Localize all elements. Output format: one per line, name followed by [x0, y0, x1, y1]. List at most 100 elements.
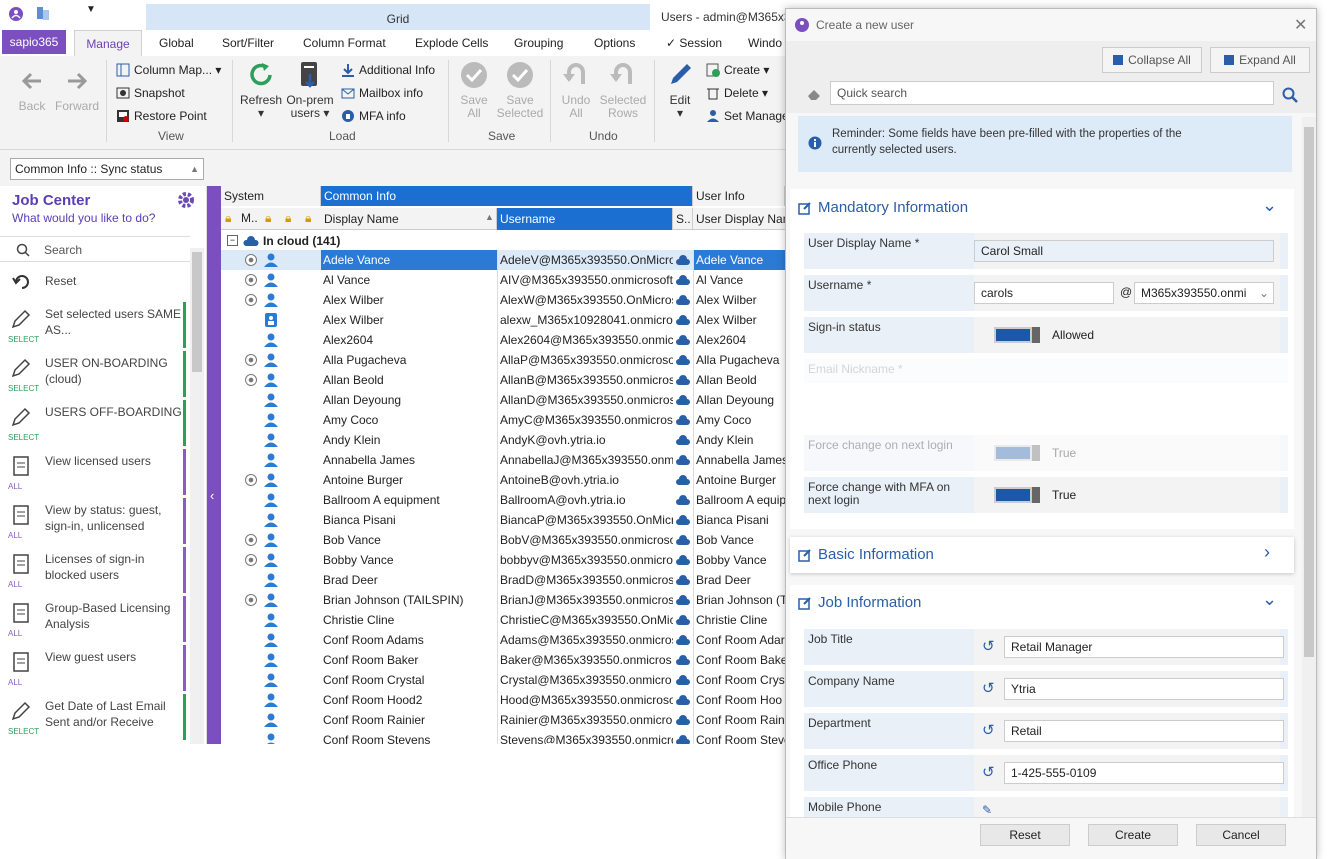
tab-sapio365[interactable]: sapio365: [2, 30, 66, 54]
force-mfa-toggle[interactable]: [994, 487, 1040, 503]
undo-selected-rows-button[interactable]: Selected Rows: [598, 60, 648, 120]
job-item[interactable]: ALL Licenses of sign-in blocked users: [0, 547, 186, 593]
col-header-m[interactable]: M..: [241, 211, 258, 225]
job-item[interactable]: ALL View guest users: [0, 645, 186, 691]
signin-toggle[interactable]: [994, 327, 1040, 343]
force-change-toggle[interactable]: [994, 445, 1040, 461]
close-icon[interactable]: ✕: [1294, 15, 1307, 35]
column-map-button[interactable]: Column Map... ▾: [116, 61, 221, 79]
job-center-scrollbar[interactable]: [190, 248, 204, 744]
table-row[interactable]: Conf Room Baker Baker@M365x393550.onmicro…: [221, 650, 785, 670]
table-row[interactable]: Allan Beold AllanB@M365x393550.onmicros Al…: [221, 370, 785, 390]
tab-column-format[interactable]: Column Format: [297, 30, 392, 56]
table-row[interactable]: Conf Room Crystal Crystal@M365x393550.onm…: [221, 670, 785, 690]
company-name-input[interactable]: Ytria: [1004, 678, 1284, 700]
edit-button[interactable]: Edit ▾: [660, 60, 700, 120]
collapse-panel-bar[interactable]: ‹: [207, 186, 221, 744]
filter-dropdown[interactable]: Common Info :: Sync status ▲: [10, 158, 204, 180]
table-row[interactable]: Conf Room Rainier Rainier@M365x393550.onm…: [221, 710, 785, 730]
col-header-user-display[interactable]: User Display Nam: [693, 208, 785, 230]
username-input[interactable]: carols: [974, 282, 1114, 304]
tab-global[interactable]: Global: [153, 30, 200, 56]
job-item[interactable]: SELECT USERS OFF-BOARDING: [0, 400, 186, 446]
back-button[interactable]: Back: [12, 66, 52, 113]
department-input[interactable]: Retail: [1004, 720, 1284, 742]
job-item[interactable]: ALL Group-Based Licensing Analysis: [0, 596, 186, 642]
collapse-all-button[interactable]: Collapse All: [1102, 47, 1202, 73]
expand-all-button[interactable]: Expand All: [1210, 47, 1310, 73]
create-button[interactable]: Create: [1088, 824, 1178, 846]
table-row[interactable]: Alex Wilber AlexW@M365x393550.OnMicros Ale…: [221, 290, 785, 310]
job-item[interactable]: ALL View licensed users: [0, 449, 186, 495]
table-row[interactable]: Bob Vance BobV@M365x393550.onmicroso Bob V…: [221, 530, 785, 550]
revert-icon[interactable]: ↺: [982, 763, 995, 781]
basic-info-section[interactable]: Basic Information ›: [790, 537, 1294, 573]
col-header-display-name[interactable]: Display Name: [321, 208, 497, 230]
tab-manage[interactable]: Manage: [74, 30, 142, 56]
chevron-down-icon[interactable]: ⌄: [1262, 195, 1277, 216]
group-row-in-cloud[interactable]: − In cloud (141): [221, 232, 785, 250]
additional-info-button[interactable]: Additional Info: [341, 61, 435, 79]
user-display-name-input[interactable]: Carol Small: [974, 240, 1274, 262]
table-row[interactable]: Antoine Burger AntoineB@ovh.ytria.io Antoi…: [221, 470, 785, 490]
table-row[interactable]: Christie Cline ChristieC@M365x393550.OnMi…: [221, 610, 785, 630]
dialog-scrollbar-thumb[interactable]: [1304, 127, 1314, 657]
reset-job-button[interactable]: Reset: [0, 266, 190, 296]
create-button[interactable]: Create ▾: [706, 61, 769, 79]
job-item[interactable]: SELECT USER ON-BOARDING (cloud): [0, 351, 186, 397]
table-row[interactable]: Brian Johnson (TAILSPIN) BrianJ@M365x3935…: [221, 590, 785, 610]
refresh-button[interactable]: Refresh ▾: [238, 60, 284, 120]
gear-icon[interactable]: [177, 191, 195, 209]
table-row[interactable]: Conf Room Adams Adams@M365x393550.onmicro…: [221, 630, 785, 650]
delete-button[interactable]: Delete ▾: [706, 84, 768, 102]
search-icon[interactable]: [1282, 87, 1298, 103]
restore-point-button[interactable]: Restore Point: [116, 107, 207, 125]
pencil-icon[interactable]: ✎: [982, 803, 992, 817]
window-icon[interactable]: [36, 6, 50, 22]
office-phone-input[interactable]: 1-425-555-0109: [1004, 762, 1284, 784]
table-row[interactable]: Amy Coco AmyC@M365x393550.onmicros Amy Coc…: [221, 410, 785, 430]
cancel-button[interactable]: Cancel: [1196, 824, 1286, 846]
table-row[interactable]: Alex2604 Alex2604@M365x393550.onmicr Alex2…: [221, 330, 785, 350]
job-item[interactable]: SELECT Set selected users SAME AS...: [0, 302, 186, 348]
onprem-users-button[interactable]: On-prem users ▾: [284, 60, 336, 120]
undo-all-button[interactable]: Undo All: [556, 60, 596, 120]
chevron-right-icon[interactable]: ›: [1264, 542, 1270, 563]
revert-icon[interactable]: ↺: [982, 679, 995, 697]
mailbox-info-button[interactable]: Mailbox info: [341, 84, 423, 102]
tab-session[interactable]: ✓ Session: [660, 30, 728, 56]
revert-icon[interactable]: ↺: [982, 637, 995, 655]
eraser-icon[interactable]: [806, 87, 822, 101]
tab-options[interactable]: Options: [588, 30, 641, 56]
tab-window[interactable]: Windo: [742, 30, 788, 56]
table-row[interactable]: Brad Deer BradD@M365x393550.onmicros Brad …: [221, 570, 785, 590]
table-row[interactable]: Conf Room Stevens Stevens@M365x393550.onm…: [221, 730, 785, 744]
table-row[interactable]: Bobby Vance bobbyv@M365x393550.onmicro Bob…: [221, 550, 785, 570]
tab-grouping[interactable]: Grouping: [508, 30, 569, 56]
quick-access-dropdown-icon[interactable]: ▼: [86, 4, 96, 15]
table-row[interactable]: Adele Vance AdeleV@M365x393550.OnMicros Ad…: [221, 250, 785, 270]
job-item[interactable]: SELECT Get Date of Last Email Sent and/or…: [0, 694, 186, 740]
job-center-search[interactable]: Search: [0, 236, 190, 262]
job-item[interactable]: ALL View by status: guest, sign-in, unlic…: [0, 498, 186, 544]
save-all-button[interactable]: Save All: [454, 60, 494, 120]
tab-explode-cells[interactable]: Explode Cells: [409, 30, 494, 56]
table-row[interactable]: Annabella James AnnabellaJ@M365x393550.on…: [221, 450, 785, 470]
mfa-info-button[interactable]: MFA info: [341, 107, 406, 125]
domain-dropdown[interactable]: M365x393550.onmi ⌄: [1134, 282, 1274, 304]
chevron-down-icon[interactable]: ⌄: [1262, 589, 1277, 610]
table-row[interactable]: Alla Pugacheva AllaP@M365x393550.onmicros…: [221, 350, 785, 370]
tab-sort-filter[interactable]: Sort/Filter: [216, 30, 280, 56]
table-row[interactable]: Andy Klein AndyK@ovh.ytria.io Andy Klein: [221, 430, 785, 450]
reset-button[interactable]: Reset: [980, 824, 1070, 846]
table-row[interactable]: Ballroom A equipment BallroomA@ovh.ytria.…: [221, 490, 785, 510]
forward-button[interactable]: Forward: [54, 66, 100, 113]
snapshot-button[interactable]: Snapshot: [116, 84, 185, 102]
quick-search-input[interactable]: Quick search: [830, 81, 1274, 105]
save-selected-button[interactable]: Save Selected: [496, 60, 544, 120]
table-row[interactable]: Allan Deyoung AllanD@M365x393550.onmicros…: [221, 390, 785, 410]
job-title-input[interactable]: Retail Manager: [1004, 636, 1284, 658]
col-header-s[interactable]: S..: [673, 208, 693, 230]
col-header-username[interactable]: Username: [497, 208, 673, 230]
table-row[interactable]: Conf Room Hood2 Hood@M365x393550.onmicros…: [221, 690, 785, 710]
